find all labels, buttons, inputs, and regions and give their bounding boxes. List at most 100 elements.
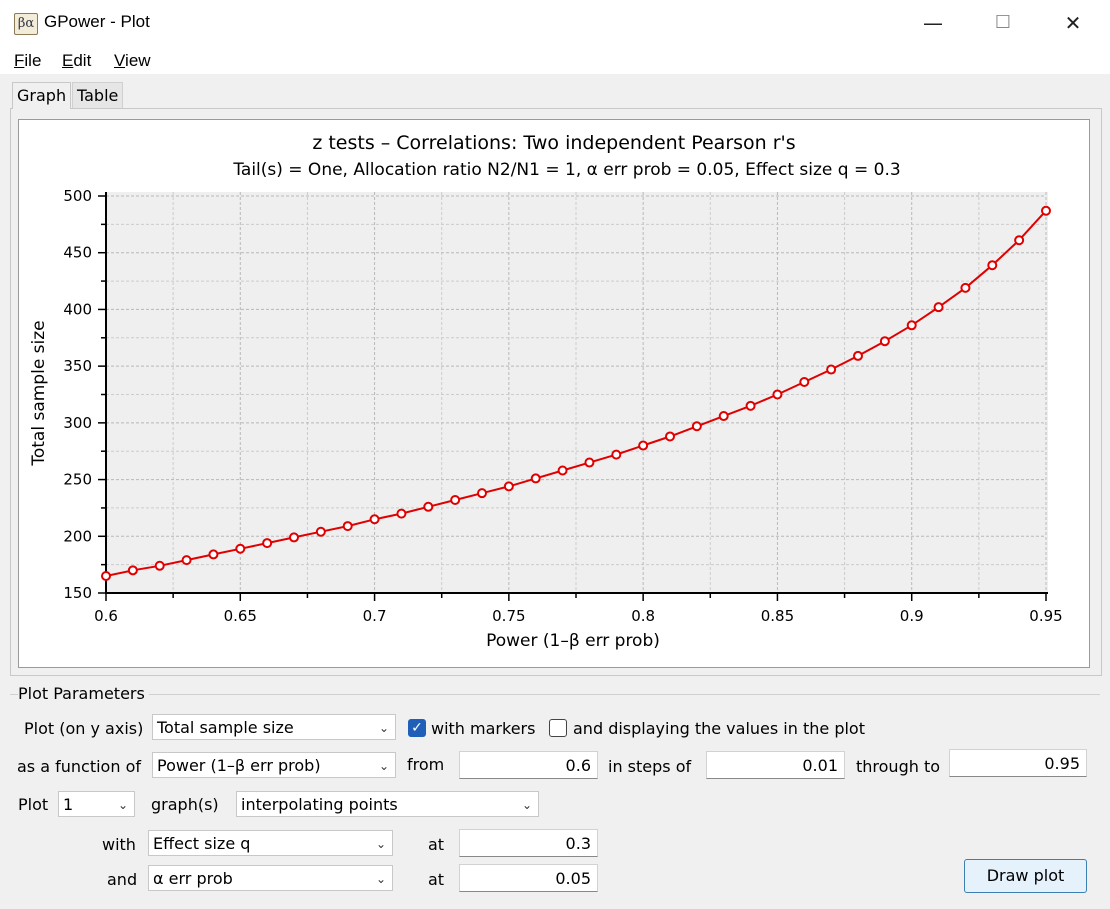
with-at-label: at	[428, 835, 445, 854]
chevron-down-icon: ⌄	[378, 721, 389, 735]
y-tick-label: 150	[63, 584, 92, 602]
with-label: with	[102, 835, 136, 854]
data-point-marker	[987, 260, 998, 271]
chevron-down-icon: ⌄	[378, 759, 389, 773]
window-title: GPower - Plot	[44, 12, 150, 31]
data-point-marker	[208, 549, 219, 560]
y-tick-label: 500	[63, 187, 92, 205]
chevron-down-icon: ⌄	[117, 798, 128, 812]
data-point-marker	[315, 526, 326, 537]
minimize-button[interactable]: —	[898, 0, 968, 46]
function-label: as a function of	[17, 757, 141, 776]
data-point-marker	[450, 494, 461, 505]
effect-size-input[interactable]: 0.3	[459, 829, 598, 857]
y-tick-label: 400	[63, 300, 92, 318]
y-tick-label: 450	[63, 244, 92, 262]
menu-edit[interactable]: Edit	[62, 51, 91, 71]
through-input[interactable]: 0.95	[949, 749, 1087, 777]
power-chart: 0.6 0.65 0.7 0.75 0.8 0.85 0.9 0.95 150 200 250 300…	[29, 132, 1063, 651]
app-icon: βα	[14, 13, 38, 35]
chevron-down-icon: ⌄	[375, 837, 386, 851]
steps-label: in steps of	[608, 757, 692, 776]
and-at-label: at	[428, 870, 445, 889]
data-point-marker	[879, 336, 890, 347]
data-point-marker	[530, 473, 541, 484]
chevron-down-icon: ⌄	[521, 798, 532, 812]
with-markers-label: with markers	[431, 719, 536, 738]
data-point-marker	[396, 508, 407, 519]
data-point-marker	[262, 538, 273, 549]
plot-background	[106, 192, 1048, 593]
data-point-marker	[906, 320, 917, 331]
through-label: through to	[856, 757, 941, 776]
x-tick-label: 0.9	[900, 607, 924, 625]
with-markers-checkbox[interactable]: ✓	[408, 719, 426, 737]
data-point-marker	[611, 449, 622, 460]
and-label: and	[107, 870, 138, 889]
data-point-marker	[772, 389, 783, 400]
x-tick-label: 0.8	[631, 607, 655, 625]
alpha-input[interactable]: 0.05	[459, 864, 598, 892]
data-point-marker	[799, 377, 810, 388]
y-axis-select[interactable]: Total sample size ⌄	[152, 714, 396, 740]
data-point-marker	[235, 543, 246, 554]
data-point-marker	[1041, 205, 1051, 216]
data-point-marker	[853, 350, 863, 361]
data-point-marker	[1014, 235, 1025, 246]
menu-bar: File Edit View	[0, 46, 1110, 74]
chart-subtitle: Tail(s) = One, Allocation ratio N2/N1 = …	[232, 160, 900, 180]
from-input[interactable]: 0.6	[459, 751, 598, 779]
data-point-marker	[127, 565, 138, 576]
plot-count-label: Plot	[18, 795, 49, 814]
data-point-marker	[826, 364, 837, 375]
draw-plot-button[interactable]: Draw plot	[964, 859, 1087, 893]
data-point-marker	[342, 521, 353, 532]
display-values-checkbox[interactable]	[549, 719, 567, 737]
data-point-marker	[101, 570, 111, 581]
plot-area: 0.6 0.65 0.7 0.75 0.8 0.85 0.9 0.95 150 200 250 300…	[18, 119, 1090, 668]
chart-title: z tests – Correlations: Two independent …	[312, 132, 795, 154]
y-axis-title: Total sample size	[29, 320, 49, 466]
from-label: from	[407, 755, 445, 774]
y-tick-label: 300	[63, 414, 92, 432]
plot-parameters-title: Plot Parameters	[18, 684, 149, 703]
y-tick-label: 250	[63, 471, 92, 489]
x-tick-label: 0.75	[492, 607, 525, 625]
data-point-marker	[960, 282, 971, 293]
y-tick-label: 350	[63, 357, 92, 375]
data-point-marker	[584, 457, 595, 468]
data-point-marker	[691, 421, 702, 432]
x-tick-label: 0.7	[363, 607, 387, 625]
display-values-label: and displaying the values in the plot	[573, 719, 865, 738]
data-point-marker	[745, 400, 756, 411]
menu-view[interactable]: View	[114, 51, 151, 71]
x-tick-label: 0.65	[224, 607, 257, 625]
data-point-marker	[933, 302, 944, 313]
with-select[interactable]: Effect size q ⌄	[148, 830, 393, 856]
menu-file[interactable]: File	[14, 51, 41, 71]
graph-mode-select[interactable]: interpolating points ⌄	[236, 791, 539, 817]
data-point-marker	[423, 501, 434, 512]
chevron-down-icon: ⌄	[375, 872, 386, 886]
function-select[interactable]: Power (1–β err prob) ⌄	[152, 752, 396, 778]
tab-graph[interactable]: Graph	[12, 82, 72, 109]
close-button[interactable]: ✕	[1038, 0, 1108, 46]
data-point-marker	[557, 465, 568, 476]
graphs-label: graph(s)	[151, 795, 219, 814]
data-point-marker	[718, 411, 729, 422]
title-bar: βα GPower - Plot — ☐ ✕	[0, 0, 1110, 46]
data-point-marker	[369, 514, 380, 525]
x-tick-label: 0.85	[761, 607, 794, 625]
data-point-marker	[181, 555, 192, 566]
and-select[interactable]: α err prob ⌄	[148, 865, 393, 891]
steps-input[interactable]: 0.01	[706, 751, 845, 779]
data-point-marker	[503, 481, 514, 492]
data-point-marker	[638, 440, 649, 451]
tab-table[interactable]: Table	[72, 82, 124, 109]
plot-count-select[interactable]: 1 ⌄	[58, 791, 135, 817]
y-tick-label: 200	[63, 527, 92, 545]
data-point-marker	[154, 560, 165, 571]
maximize-button[interactable]: ☐	[968, 0, 1038, 46]
x-tick-label: 0.95	[1029, 607, 1062, 625]
x-tick-label: 0.6	[94, 607, 118, 625]
